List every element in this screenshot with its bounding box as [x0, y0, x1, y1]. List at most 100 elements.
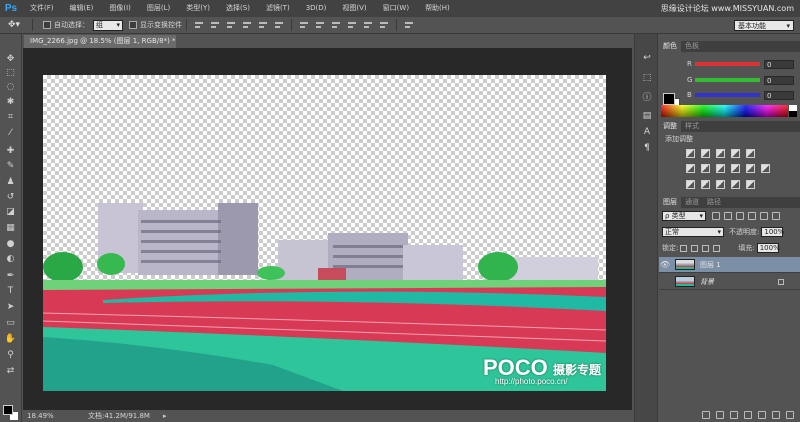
clone-stamp-tool-icon[interactable]: ♟ [3, 177, 18, 188]
tab-adjustments[interactable]: 调整 [659, 121, 681, 132]
invert-icon[interactable] [686, 180, 695, 189]
lock-transparent-icon[interactable] [680, 244, 688, 252]
filter-pixel-icon[interactable] [712, 212, 720, 220]
history-icon[interactable]: ↩ [640, 52, 654, 64]
slider-green-value[interactable]: 0 [764, 75, 794, 85]
auto-align-icon[interactable] [403, 20, 415, 30]
layer-filter-dropdown[interactable]: ρ 类型 ▾ [662, 211, 706, 221]
distribute-hcenter-icon[interactable] [362, 20, 374, 30]
new-adjustment-icon[interactable] [744, 411, 752, 419]
curves-icon[interactable] [716, 149, 725, 158]
filter-adjustment-icon[interactable] [724, 212, 732, 220]
filter-toggle-icon[interactable] [772, 212, 780, 220]
black-white-icon[interactable] [716, 164, 725, 173]
gradient-map-icon[interactable] [731, 180, 740, 189]
lock-all-icon[interactable] [713, 244, 721, 252]
link-layers-icon[interactable] [702, 411, 710, 419]
menu-layer[interactable]: 图层(L) [139, 0, 178, 17]
trash-icon[interactable] [786, 411, 794, 419]
character-icon[interactable]: A [640, 126, 654, 138]
align-left-icon[interactable] [241, 20, 253, 30]
distribute-left-icon[interactable] [346, 20, 358, 30]
history-brush-tool-icon[interactable]: ↺ [3, 192, 18, 203]
menu-select[interactable]: 选择(S) [218, 0, 258, 17]
slider-red-value[interactable]: 0 [764, 59, 794, 69]
filter-shape-icon[interactable] [748, 212, 756, 220]
move-tool-icon[interactable]: ✥▾ [0, 17, 28, 34]
layer-style-icon[interactable] [716, 411, 724, 419]
menu-3d[interactable]: 3D(D) [298, 0, 335, 17]
foreground-color-swatch[interactable] [3, 405, 13, 415]
shape-tool-icon[interactable]: ▭ [3, 318, 18, 329]
color-spectrum-bar[interactable] [661, 105, 788, 117]
info-icon[interactable]: ⓘ [640, 90, 654, 103]
lock-pixels-icon[interactable] [691, 244, 699, 252]
distribute-bottom-icon[interactable] [330, 20, 342, 30]
new-group-icon[interactable] [758, 411, 766, 419]
align-bottom-icon[interactable] [225, 20, 237, 30]
status-menu-arrow-icon[interactable]: ▸ [163, 410, 167, 422]
distribute-right-icon[interactable] [378, 20, 390, 30]
slider-green-track[interactable] [695, 78, 760, 82]
visibility-toggle-icon[interactable] [659, 274, 671, 290]
distribute-vcenter-icon[interactable] [314, 20, 326, 30]
image-canvas[interactable]: POCO 摄影专题 http://photo.poco.cn/ [43, 75, 606, 391]
type-tool-icon[interactable]: T [3, 286, 18, 297]
opacity-input[interactable]: 100% [761, 227, 784, 237]
lasso-tool-icon[interactable]: ◌ [3, 82, 18, 93]
zoom-level[interactable]: 18.49% [27, 410, 54, 422]
menu-view[interactable]: 视图(V) [334, 0, 374, 17]
move-tool-icon[interactable]: ✥ [3, 54, 18, 65]
layer-row-layer1[interactable]: 👁 图层 1 [659, 257, 800, 273]
hand-tool-icon[interactable]: ✋ [3, 334, 18, 345]
threshold-icon[interactable] [716, 180, 725, 189]
align-vcenter-icon[interactable] [209, 20, 221, 30]
menu-help[interactable]: 帮助(H) [417, 0, 458, 17]
posterize-icon[interactable] [701, 180, 710, 189]
vibrance-icon[interactable] [746, 149, 755, 158]
color-lookup-icon[interactable] [761, 164, 770, 173]
eyedropper-tool-icon[interactable]: ⁄ [3, 128, 18, 139]
selective-color-icon[interactable] [746, 180, 755, 189]
blend-mode-dropdown[interactable]: 正常 ▾ [662, 227, 724, 237]
quick-select-tool-icon[interactable]: ✱ [3, 97, 18, 108]
slider-blue[interactable]: B 0 [687, 90, 797, 100]
lock-position-icon[interactable] [702, 244, 710, 252]
fill-input[interactable]: 100% [756, 243, 780, 253]
tab-paths[interactable]: 路径 [703, 197, 725, 208]
align-top-icon[interactable] [193, 20, 205, 30]
eraser-tool-icon[interactable]: ◪ [3, 207, 18, 218]
show-transform-checkbox[interactable] [129, 21, 137, 29]
menu-type[interactable]: 类型(Y) [178, 0, 218, 17]
gradient-tool-icon[interactable]: ▦ [3, 223, 18, 234]
levels-icon[interactable] [701, 149, 710, 158]
zoom-tool-icon[interactable]: ⚲ [3, 350, 18, 361]
slider-red-track[interactable] [695, 62, 760, 66]
tab-layers[interactable]: 图层 [659, 197, 681, 208]
tab-styles[interactable]: 样式 [681, 121, 703, 132]
menu-window[interactable]: 窗口(W) [375, 0, 417, 17]
brush-presets-icon[interactable]: ⬚ [640, 72, 654, 84]
tab-color[interactable]: 颜色 [659, 41, 681, 52]
marquee-tool-icon[interactable]: ⬚ [3, 68, 18, 79]
paragraph-icon[interactable]: ¶ [640, 142, 654, 154]
slider-blue-value[interactable]: 0 [764, 90, 794, 100]
swap-colors-icon[interactable]: ⇄ [3, 366, 18, 377]
menu-file[interactable]: 文件(F) [22, 0, 62, 17]
eye-icon[interactable]: 👁 [659, 257, 671, 273]
menu-edit[interactable]: 编辑(E) [62, 0, 102, 17]
color-balance-icon[interactable] [701, 164, 710, 173]
add-mask-icon[interactable] [730, 411, 738, 419]
slider-green[interactable]: G 0 [687, 75, 797, 85]
color-panel-foreground[interactable] [663, 93, 675, 105]
properties-icon[interactable]: ▤ [640, 110, 654, 122]
workspace-dropdown[interactable]: 基本功能 ▾ [734, 20, 794, 31]
channel-mixer-icon[interactable] [746, 164, 755, 173]
auto-select-checkbox[interactable] [43, 21, 51, 29]
pen-tool-icon[interactable]: ✒ [3, 271, 18, 282]
tab-swatches[interactable]: 色板 [681, 41, 703, 52]
layer-row-background[interactable]: 背景 [659, 274, 800, 290]
document-tab[interactable]: IMG_2266.jpg @ 18.5% (图层 1, RGB/8*) * [24, 35, 176, 48]
menu-image[interactable]: 图像(I) [101, 0, 139, 17]
filter-type-icon[interactable] [736, 212, 744, 220]
